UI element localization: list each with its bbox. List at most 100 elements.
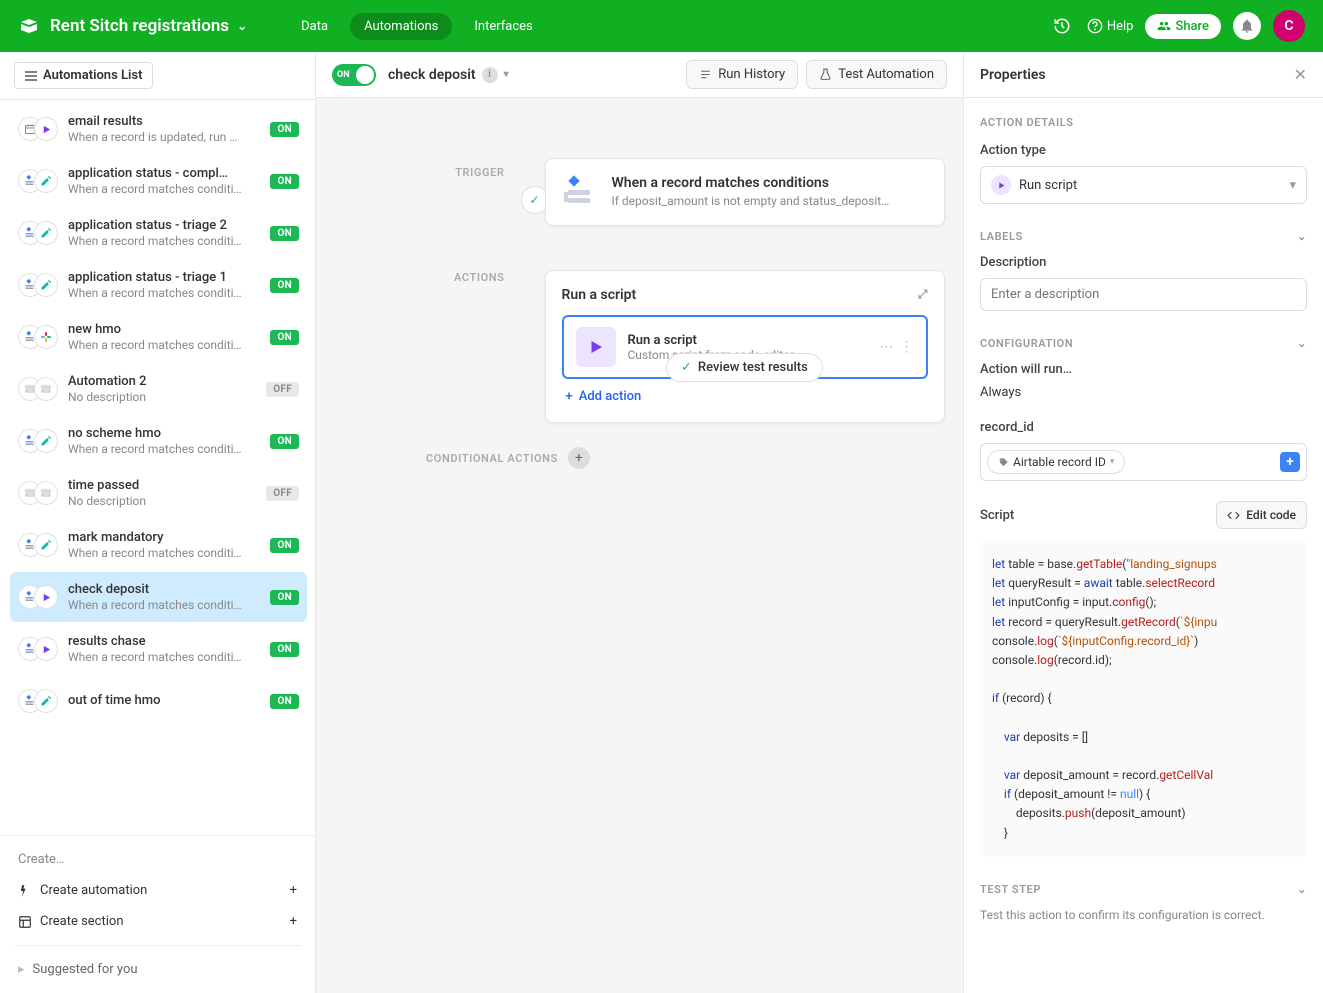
check-icon: ✓ xyxy=(681,360,692,375)
automation-list-item[interactable]: Automation 2 No description OFF xyxy=(10,364,307,414)
status-badge: ON xyxy=(270,590,299,605)
user-avatar[interactable]: C xyxy=(1273,10,1305,42)
automation-title: no scheme hmo xyxy=(68,426,270,441)
description-input[interactable] xyxy=(980,278,1307,311)
automation-list-item[interactable]: out of time hmo ON xyxy=(10,676,307,726)
action-details-label: ACTION DETAILS xyxy=(980,116,1307,129)
action-will-run-value: Always xyxy=(980,385,1307,400)
action-type-select[interactable]: Run script ▾ xyxy=(980,166,1307,204)
create-section[interactable]: Create section + xyxy=(14,906,301,937)
step-title: Run a script xyxy=(628,333,868,348)
collapse-icon[interactable]: ⤢ xyxy=(918,287,928,303)
add-input-button[interactable]: + xyxy=(1280,452,1300,472)
automation-list-item[interactable]: results chase When a record matches cond… xyxy=(10,624,307,674)
automation-list-item[interactable]: application status - triage 2 When a rec… xyxy=(10,208,307,258)
play-icon xyxy=(991,175,1011,195)
automation-icons xyxy=(18,322,58,352)
automation-subtitle: When a record matches conditi… xyxy=(68,338,270,352)
automation-subtitle: When a record matches conditi… xyxy=(68,650,270,664)
record-id-chip[interactable]: Airtable record ID ▾ xyxy=(987,450,1125,474)
automation-subtitle: When a record matches conditi… xyxy=(68,234,270,248)
automation-icons xyxy=(18,686,58,716)
trigger-card[interactable]: When a record matches conditions If depo… xyxy=(545,158,945,226)
automation-title: application status - triage 1 xyxy=(68,270,270,285)
automation-icons xyxy=(18,634,58,664)
create-link[interactable]: Create… xyxy=(14,844,301,875)
caret-icon: ▸ xyxy=(18,962,25,977)
chevron-down-icon: ⌄ xyxy=(237,19,247,33)
help-button[interactable]: Help xyxy=(1087,18,1134,34)
play-icon xyxy=(576,327,616,367)
chevron-down-icon[interactable]: ▾ xyxy=(504,69,509,80)
automation-name[interactable]: check deposit i ▾ xyxy=(388,67,509,83)
add-conditional-button[interactable]: + xyxy=(568,447,590,469)
automation-list-item[interactable]: no scheme hmo When a record matches cond… xyxy=(10,416,307,466)
status-badge: OFF xyxy=(266,486,299,501)
automation-list-item[interactable]: application status - compl… When a recor… xyxy=(10,156,307,206)
automation-title: time passed xyxy=(68,478,266,493)
trigger-title: When a record matches conditions xyxy=(612,175,926,191)
automation-list-item[interactable]: application status - triage 1 When a rec… xyxy=(10,260,307,310)
test-automation-button[interactable]: Test Automation xyxy=(806,60,947,89)
status-badge: ON xyxy=(270,642,299,657)
create-automation[interactable]: Create automation + xyxy=(14,875,301,906)
configuration-section[interactable]: CONFIGURATION⌄ xyxy=(980,337,1307,350)
notifications-button[interactable] xyxy=(1233,12,1261,40)
automation-subtitle: When a record matches conditi… xyxy=(68,286,270,300)
labels-section[interactable]: LABELS⌄ xyxy=(980,230,1307,243)
airtable-logo-icon[interactable] xyxy=(18,15,40,37)
conditions-icon xyxy=(564,175,600,209)
nav-interfaces[interactable]: Interfaces xyxy=(460,13,546,40)
add-action-button[interactable]: + Add action xyxy=(562,379,928,406)
script-label: Script xyxy=(980,508,1014,523)
action-will-run-label: Action will run… xyxy=(980,362,1307,377)
automation-icons xyxy=(18,114,58,144)
plus-icon: + xyxy=(290,883,297,898)
automation-title: results chase xyxy=(68,634,270,649)
edit-code-button[interactable]: Edit code xyxy=(1216,501,1307,529)
automation-subtitle: When a record is updated, run … xyxy=(68,130,270,144)
info-icon[interactable]: i xyxy=(482,67,498,83)
automation-list-item[interactable]: check deposit When a record matches cond… xyxy=(10,572,307,622)
status-badge: ON xyxy=(270,226,299,241)
trigger-label: TRIGGER xyxy=(455,166,504,179)
action-group-title: Run a script xyxy=(562,287,637,303)
base-title[interactable]: Rent Sitch registrations⌄ xyxy=(50,16,247,36)
code-icon xyxy=(1227,509,1240,522)
automation-subtitle: When a record matches conditi… xyxy=(68,182,270,196)
automation-icons xyxy=(18,218,58,248)
share-button[interactable]: Share xyxy=(1145,14,1221,39)
review-test-results[interactable]: ✓ Review test results xyxy=(666,353,823,382)
close-icon[interactable]: ✕ xyxy=(1294,65,1307,84)
automation-list-item[interactable]: mark mandatory When a record matches con… xyxy=(10,520,307,570)
status-badge: ON xyxy=(270,538,299,553)
automation-icons xyxy=(18,270,58,300)
record-id-label: record_id xyxy=(980,420,1307,435)
test-description: Test this action to confirm its configur… xyxy=(980,908,1307,922)
list-icon xyxy=(25,71,37,81)
step-menu-icon[interactable]: ⋯ xyxy=(880,339,894,355)
automation-toggle[interactable]: ON xyxy=(332,64,376,86)
status-badge: ON xyxy=(270,278,299,293)
automation-subtitle: No description xyxy=(68,494,266,508)
drag-handle-icon[interactable]: ⋮ xyxy=(900,339,914,355)
automation-list-item[interactable]: time passed No description OFF xyxy=(10,468,307,518)
section-icon xyxy=(18,915,32,929)
tag-icon xyxy=(998,457,1009,468)
test-step-section[interactable]: TEST STEP⌄ xyxy=(980,883,1307,896)
status-badge: ON xyxy=(270,434,299,449)
automation-icons xyxy=(18,530,58,560)
suggested-for-you[interactable]: ▸ Suggested for you xyxy=(14,954,301,985)
automation-list-item[interactable]: new hmo When a record matches conditi… O… xyxy=(10,312,307,362)
record-id-input[interactable]: Airtable record ID ▾ + xyxy=(980,443,1307,481)
status-badge: ON xyxy=(270,122,299,137)
automations-list-button[interactable]: Automations List xyxy=(14,62,153,89)
status-badge: ON xyxy=(270,694,299,709)
nav-automations[interactable]: Automations xyxy=(350,13,452,40)
automation-list-item[interactable]: email results When a record is updated, … xyxy=(10,104,307,154)
status-badge: ON xyxy=(270,174,299,189)
run-history-button[interactable]: Run History xyxy=(686,60,798,89)
chevron-down-icon: ▾ xyxy=(1289,178,1296,193)
history-icon[interactable] xyxy=(1049,13,1075,39)
nav-data[interactable]: Data xyxy=(287,13,342,40)
